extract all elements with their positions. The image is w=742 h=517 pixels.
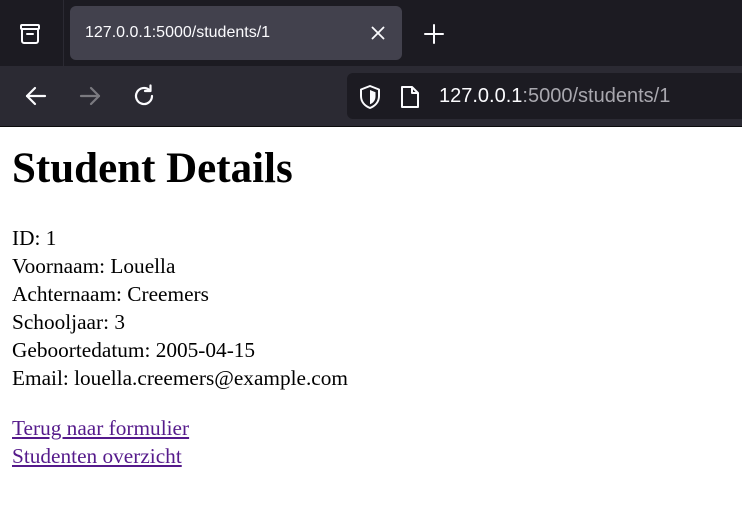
tab-list-icon [20,24,40,44]
tab-close-button[interactable] [368,23,388,43]
navigation-links: Terug naar formulier Studenten overzicht [12,414,732,470]
new-tab-button[interactable] [414,14,454,54]
url-host: 127.0.0.1 [439,85,523,107]
navigation-bar: 127.0.0.1:5000/students/1 [0,66,742,126]
field-id: ID: 1 [12,226,57,250]
forward-arrow-icon [79,86,101,106]
tab-bar: 127.0.0.1:5000/students/1 [0,0,742,66]
page-icon[interactable] [399,85,421,109]
page-content: Student Details ID: 1 Voornaam: Louella … [12,127,732,470]
tab-list-button[interactable] [10,14,50,54]
url-path: :5000/students/1 [522,85,671,107]
field-schooljaar: Schooljaar: 3 [12,310,125,334]
field-achternaam: Achternaam: Creemers [12,282,209,306]
active-tab[interactable]: 127.0.0.1:5000/students/1 [70,6,402,60]
reload-icon [134,84,154,106]
plus-icon [424,24,444,44]
students-overview-link[interactable]: Studenten overzicht [12,442,182,470]
field-email: Email: louella.creemers@example.com [12,366,348,390]
url-text[interactable]: 127.0.0.1:5000/students/1 [439,73,670,119]
tab-title: 127.0.0.1:5000/students/1 [85,24,271,41]
back-arrow-icon [25,86,47,106]
shield-icon[interactable] [357,84,383,110]
tab-separator [63,0,64,66]
reload-button[interactable] [124,76,164,116]
student-details: ID: 1 Voornaam: Louella Achternaam: Cree… [12,224,732,392]
field-geboortedatum: Geboortedatum: 2005-04-15 [12,338,256,362]
close-icon [371,26,385,40]
field-voornaam: Voornaam: Louella [12,254,176,278]
url-bar[interactable]: 127.0.0.1:5000/students/1 [347,73,742,119]
back-button[interactable] [16,76,56,116]
page-title: Student Details [12,145,293,192]
back-to-form-link[interactable]: Terug naar formulier [12,414,189,442]
forward-button[interactable] [70,76,110,116]
